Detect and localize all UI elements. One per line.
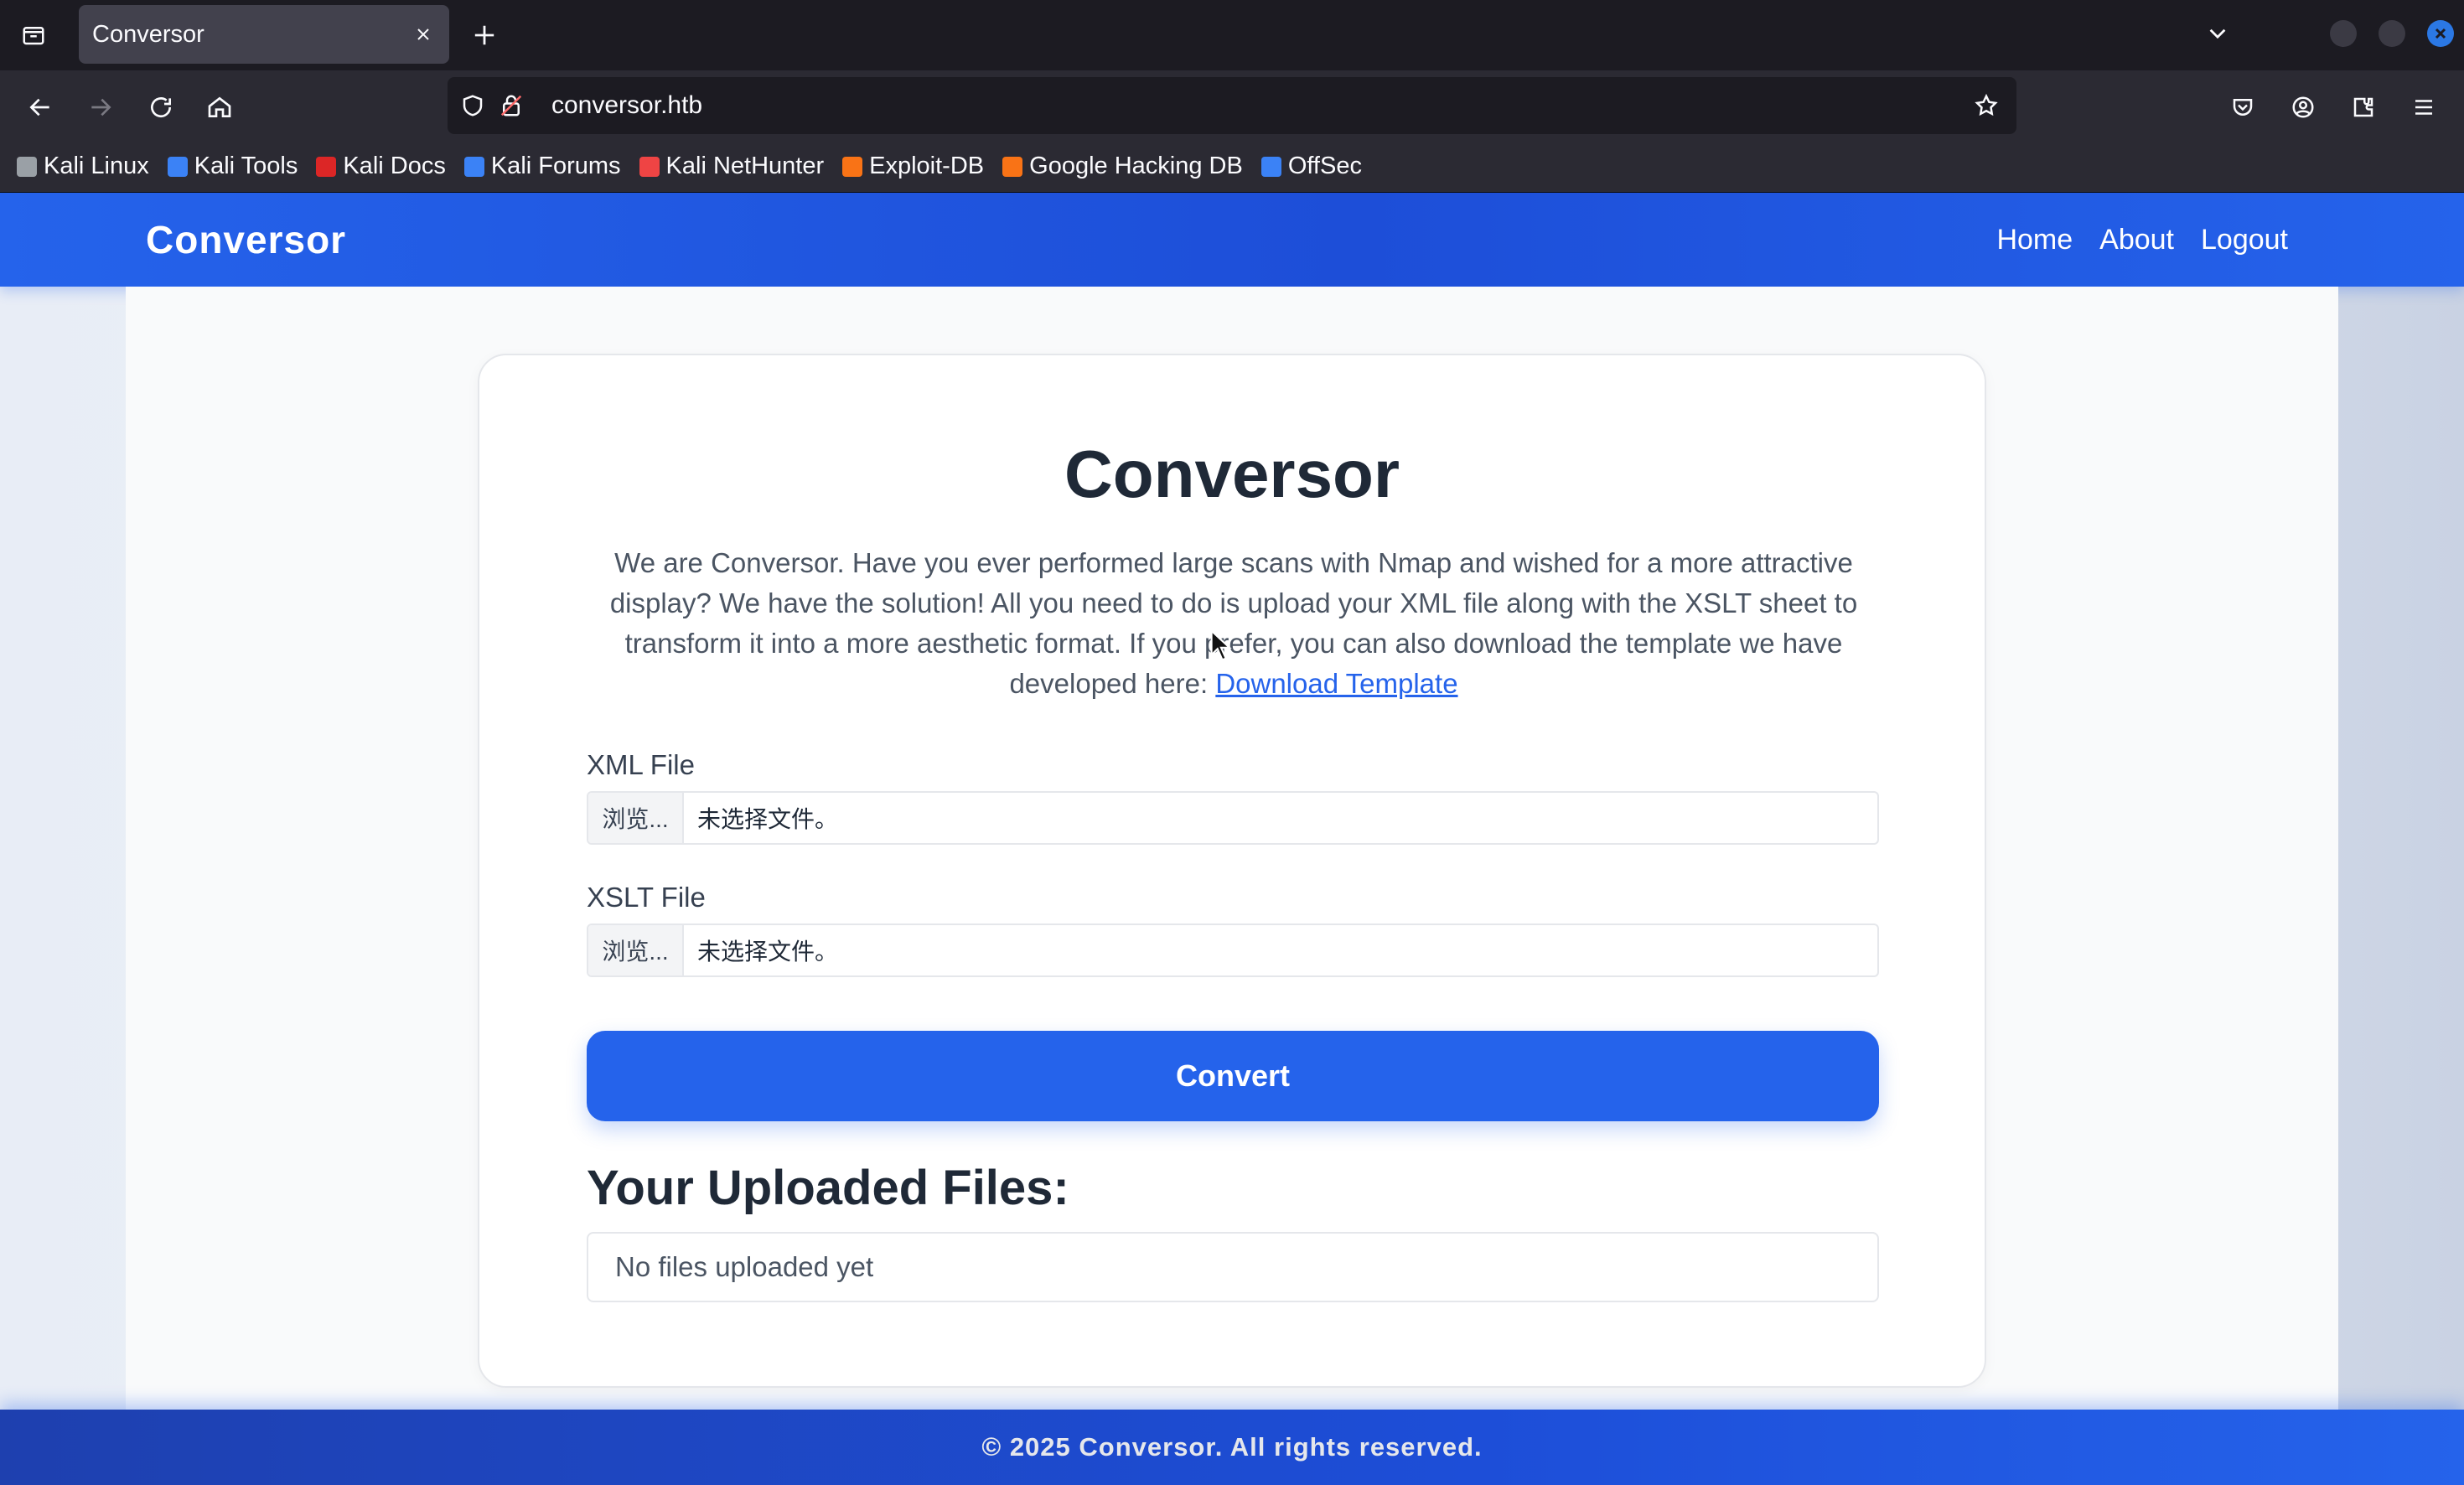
tab-title: Conversor <box>92 20 204 48</box>
bookmark-offsec[interactable]: OffSec <box>1260 153 1362 180</box>
web-page: Conversor Home About Logout Conversor We… <box>0 193 2464 1485</box>
account-icon[interactable] <box>2283 87 2323 127</box>
footer-copyright: © 2025 Conversor. All rights reserved. <box>981 1432 1483 1462</box>
download-template-link[interactable]: Download Template <box>1215 668 1457 699</box>
xslt-file-label: XSLT File <box>587 882 706 913</box>
offsec-icon <box>1260 156 1281 177</box>
kali-nethunter-icon <box>639 156 660 177</box>
firefox-view-icon[interactable] <box>15 18 52 52</box>
mouse-cursor-icon <box>1210 629 1232 661</box>
intro-paragraph: We are Conversor. Have you ever performe… <box>580 543 1887 704</box>
shield-icon[interactable] <box>456 89 489 122</box>
window-maximize-button[interactable] <box>2379 20 2405 47</box>
page-title: Conversor <box>1064 437 1400 511</box>
no-files-message: No files uploaded yet <box>615 1251 874 1282</box>
forward-arrow-icon[interactable] <box>80 87 121 127</box>
kali-dragon-icon <box>17 156 37 177</box>
xml-browse-button[interactable]: 浏览... <box>588 793 684 843</box>
close-tab-icon[interactable] <box>409 20 437 49</box>
xslt-browse-button[interactable]: 浏览... <box>588 925 684 975</box>
kali-forums-icon <box>463 156 484 177</box>
ghdb-icon <box>1002 156 1023 177</box>
xml-no-file-text: 未选择文件。 <box>697 806 839 832</box>
reload-icon[interactable] <box>141 87 181 127</box>
bookmarks-toolbar: Kali Linux Kali Tools Kali Docs Kali For… <box>0 141 2464 193</box>
extensions-icon[interactable] <box>2343 87 2384 127</box>
bookmark-kali-nethunter[interactable]: Kali NetHunter <box>639 153 824 180</box>
bookmark-kali-forums[interactable]: Kali Forums <box>463 153 621 180</box>
kali-tools-icon <box>167 156 188 177</box>
bookmark-exploit-db[interactable]: Exploit-DB <box>842 153 984 180</box>
new-tab-icon[interactable] <box>466 17 503 54</box>
navigation-toolbar: conversor.htb <box>0 70 2464 141</box>
back-arrow-icon[interactable] <box>20 87 60 127</box>
kali-docs-icon <box>316 156 337 177</box>
pocket-icon[interactable] <box>2223 87 2263 127</box>
nav-logout-link[interactable]: Logout <box>2201 224 2288 256</box>
main-content: Conversor We are Conversor. Have you eve… <box>126 287 2338 1446</box>
bookmark-kali-linux[interactable]: Kali Linux <box>17 153 149 180</box>
uploaded-files-list: No files uploaded yet <box>587 1232 1879 1302</box>
bookmark-kali-docs[interactable]: Kali Docs <box>316 153 446 180</box>
site-brand[interactable]: Conversor <box>146 193 346 287</box>
home-icon[interactable] <box>199 87 240 127</box>
window-minimize-button[interactable] <box>2330 20 2357 47</box>
bookmark-star-icon[interactable] <box>1970 89 2003 122</box>
bookmark-kali-tools[interactable]: Kali Tools <box>167 153 298 180</box>
tab-bar: Conversor <box>0 0 2464 70</box>
menu-hamburger-icon[interactable] <box>2404 87 2444 127</box>
exploit-db-icon <box>842 156 863 177</box>
xslt-file-input[interactable]: 浏览... 未选择文件。 <box>587 924 1879 977</box>
uploaded-files-heading: Your Uploaded Files: <box>587 1161 1069 1215</box>
url-text: conversor.htb <box>551 91 703 119</box>
nav-about-link[interactable]: About <box>2099 224 2174 256</box>
convert-button[interactable]: Convert <box>587 1031 1879 1121</box>
converter-card: Conversor We are Conversor. Have you eve… <box>478 354 1986 1388</box>
address-bar[interactable]: conversor.htb <box>448 77 2016 134</box>
xml-file-input[interactable]: 浏览... 未选择文件。 <box>587 791 1879 845</box>
xslt-no-file-text: 未选择文件。 <box>697 939 839 965</box>
nav-home-link[interactable]: Home <box>1996 224 2073 256</box>
site-nav: Home About Logout <box>1996 193 2288 287</box>
xml-file-label: XML File <box>587 749 695 780</box>
chevron-down-icon[interactable] <box>2197 15 2238 52</box>
window-close-button[interactable] <box>2427 20 2454 47</box>
bookmark-google-hacking-db[interactable]: Google Hacking DB <box>1002 153 1243 180</box>
site-header: Conversor Home About Logout <box>0 193 2464 287</box>
lock-insecure-icon[interactable] <box>494 89 528 122</box>
tab-active[interactable]: Conversor <box>79 5 449 64</box>
site-footer: © 2025 Conversor. All rights reserved. <box>0 1410 2464 1485</box>
